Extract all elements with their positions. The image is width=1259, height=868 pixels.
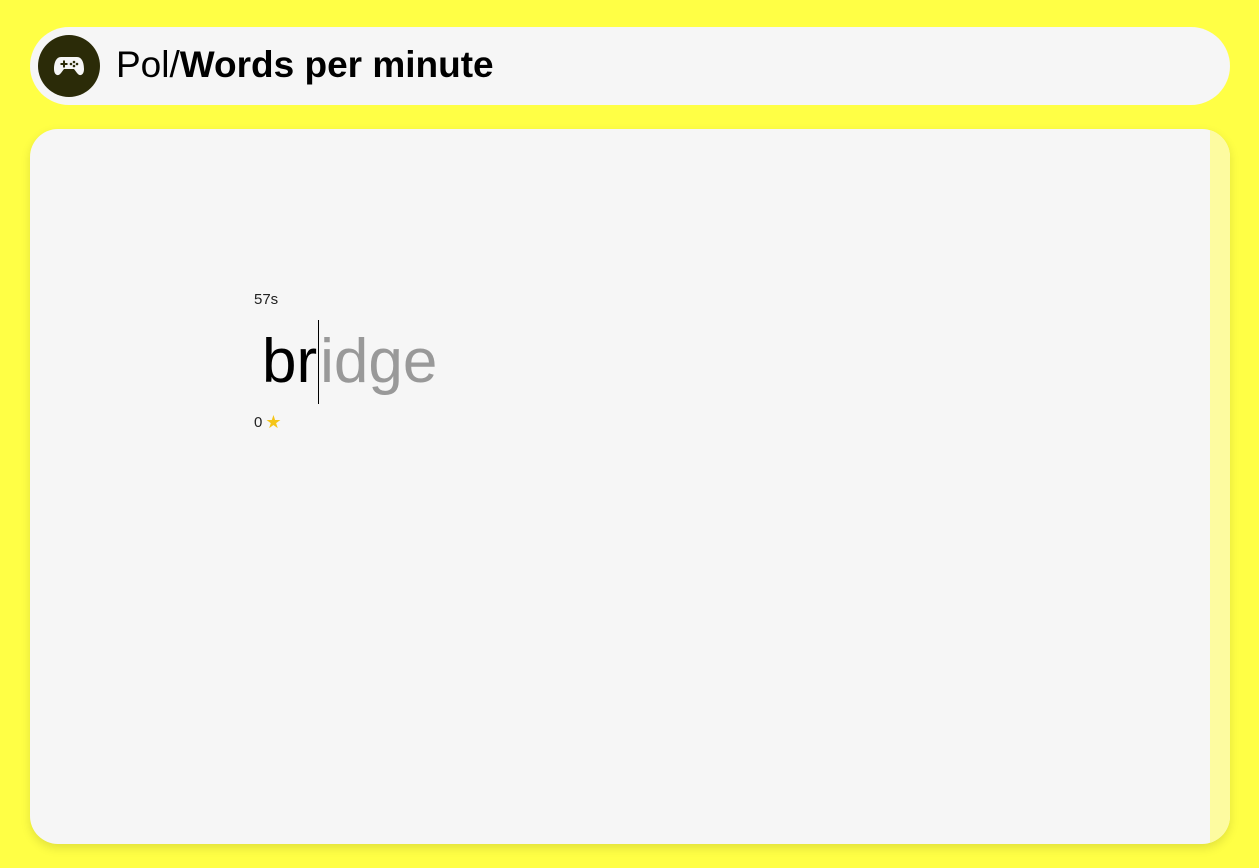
gamepad-icon	[54, 55, 84, 77]
score-value: 0	[254, 413, 263, 431]
timer-text: 57s	[254, 291, 279, 308]
page-title: Pol/Words per minute	[116, 42, 494, 88]
typed-letters: br	[262, 327, 318, 396]
score-display: 0 ★	[254, 413, 281, 431]
text-cursor	[318, 320, 320, 404]
logo[interactable]	[38, 35, 100, 97]
star-icon: ★	[265, 412, 282, 432]
page-name: Words per minute	[179, 44, 494, 85]
word-display[interactable]: br idge	[262, 319, 437, 405]
scrollbar[interactable]	[1210, 129, 1230, 844]
game-panel: 57s br idge 0 ★	[30, 129, 1230, 844]
brand-name[interactable]: Pol/	[116, 44, 180, 85]
remaining-letters: idge	[320, 327, 438, 396]
header-bar: Pol/Words per minute	[30, 27, 1230, 105]
